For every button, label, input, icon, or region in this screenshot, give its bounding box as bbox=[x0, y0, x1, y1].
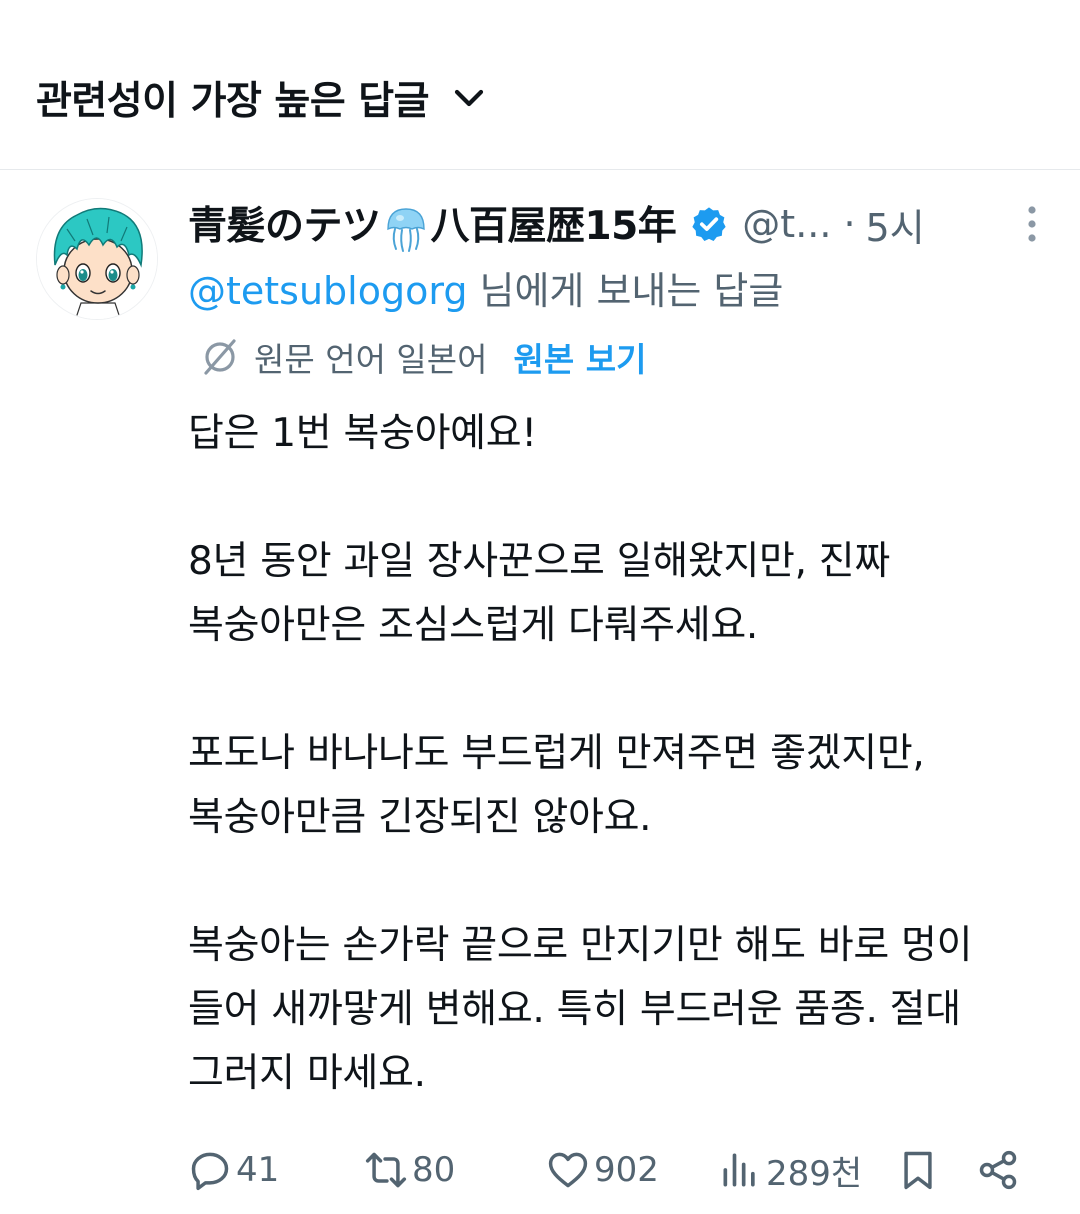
view-original-link[interactable]: 원본 보기 bbox=[514, 333, 647, 381]
tweet-line: 복숭아는 손가락 끝으로 만지기만 해도 바로 멍이 bbox=[188, 923, 973, 968]
bookmark-button[interactable] bbox=[896, 1138, 940, 1202]
author-handle[interactable]: @t... bbox=[742, 202, 831, 246]
reply-sort-dropdown[interactable]: 관련성이 가장 높은 답글 bbox=[36, 66, 487, 130]
bookmark-icon bbox=[904, 1151, 932, 1190]
share-icon bbox=[979, 1150, 1017, 1190]
like-button[interactable]: 902 bbox=[546, 1138, 659, 1202]
more-options-icon[interactable] bbox=[1022, 204, 1042, 244]
reply-context: @tetsublogorg 님에게 보내는 답글 bbox=[188, 260, 783, 315]
chevron-down-icon bbox=[454, 89, 484, 107]
tweet-action-bar: 41 80 902 289천 bbox=[188, 1138, 1038, 1202]
views-button[interactable]: 289천 bbox=[718, 1138, 862, 1202]
tweet-line: 그러지 마세요. bbox=[188, 1051, 426, 1096]
avatar-illustration bbox=[37, 199, 157, 319]
tweet-line: 들어 새까맣게 변해요. 특히 부드러운 품종. 절대 bbox=[188, 987, 961, 1032]
views-chart-icon bbox=[723, 1153, 755, 1187]
verified-badge-icon bbox=[692, 207, 726, 241]
meta-separator: · bbox=[843, 202, 856, 246]
repost-button[interactable]: 80 bbox=[364, 1138, 455, 1202]
author-name-part2: 八百屋歴15年 bbox=[430, 204, 677, 250]
tweet-timestamp[interactable]: 5시 bbox=[866, 197, 925, 252]
tweet-line: 포도나 바나나도 부드럽게 만져주면 좋겠지만, bbox=[188, 731, 925, 776]
tweet-line: 답은 1번 복숭아예요! bbox=[188, 411, 537, 456]
heart-icon bbox=[548, 1152, 588, 1188]
translation-source-language: 원문 언어 일본어 bbox=[254, 340, 488, 379]
reply-count: 41 bbox=[236, 1150, 280, 1190]
author-avatar[interactable] bbox=[36, 198, 158, 320]
tweet-text: 답은 1번 복숭아예요! 8년 동안 과일 장사꾼으로 일해왔지만, 진짜 복숭… bbox=[188, 402, 1048, 1106]
like-count: 902 bbox=[594, 1150, 659, 1190]
tweet-header: 青髪のテツ 八百屋歴15年 @t... · 5시 bbox=[188, 196, 1048, 252]
share-button[interactable] bbox=[976, 1138, 1020, 1202]
jellyfish-emoji-icon bbox=[386, 208, 425, 252]
reply-context-suffix: 님에게 보내는 답글 bbox=[467, 269, 784, 313]
author-display-name[interactable]: 青髪のテツ 八百屋歴15年 bbox=[188, 195, 677, 253]
author-name-part1: 青髪のテツ bbox=[188, 204, 381, 250]
tweet-line: 복숭아만큼 긴장되진 않아요. bbox=[188, 795, 652, 840]
reply-mention-link[interactable]: @tetsublogorg bbox=[188, 269, 467, 313]
reply-button[interactable]: 41 bbox=[188, 1138, 279, 1202]
reply-sort-label: 관련성이 가장 높은 답글 bbox=[36, 79, 430, 124]
repost-count: 80 bbox=[412, 1150, 456, 1190]
view-count: 289천 bbox=[766, 1153, 863, 1194]
tweet-line: 복숭아만은 조심스럽게 다뤄주세요. bbox=[188, 603, 758, 648]
translate-icon bbox=[204, 339, 236, 375]
repost-icon bbox=[365, 1152, 407, 1188]
translation-notice: 원문 언어 일본어 원본 보기 bbox=[200, 332, 646, 382]
reply-sort-bar: 관련성이 가장 높은 답글 bbox=[0, 0, 1080, 170]
reply-icon bbox=[191, 1152, 229, 1191]
tweet-line: 8년 동안 과일 장사꾼으로 일해왔지만, 진짜 bbox=[188, 539, 890, 584]
